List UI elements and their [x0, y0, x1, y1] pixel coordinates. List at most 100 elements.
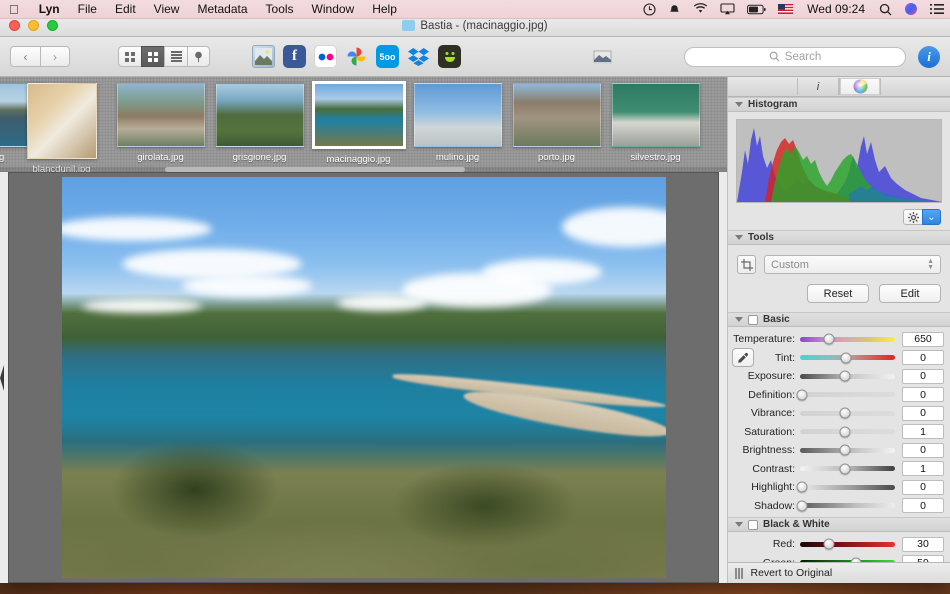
slider-knob[interactable]: [796, 500, 807, 511]
slider-value[interactable]: 0: [902, 350, 944, 365]
slider-value[interactable]: 0: [902, 387, 944, 402]
filmstrip-item-porto[interactable]: porto.jpg: [507, 83, 606, 163]
slider-track-saturation[interactable]: [800, 429, 895, 434]
flickr-icon[interactable]: [314, 45, 337, 68]
back-button[interactable]: ‹: [10, 46, 40, 67]
slider-track-definition[interactable]: [800, 392, 895, 397]
basic-enable-checkbox[interactable]: [748, 315, 758, 325]
filmstrip-item-blancdunil[interactable]: blancdunil.jpg: [12, 83, 111, 172]
slider-value[interactable]: 1: [902, 424, 944, 439]
crop-preset-dropdown[interactable]: Custom ▲▼: [764, 255, 941, 274]
spotlight-search-icon[interactable]: [873, 0, 898, 19]
apple-menu-icon[interactable]: : [9, 3, 19, 16]
map-view-button[interactable]: [187, 46, 210, 67]
slider-knob[interactable]: [823, 539, 834, 550]
blackwhite-section-header[interactable]: Black & White: [728, 517, 950, 532]
slider-value[interactable]: 30: [902, 537, 944, 552]
slider-track-highlight[interactable]: [800, 485, 895, 490]
airplay-icon[interactable]: [714, 0, 741, 19]
slider-track-shadow[interactable]: [800, 503, 895, 508]
slider-knob[interactable]: [796, 482, 807, 493]
menu-item-metadata[interactable]: Metadata: [188, 0, 256, 19]
crop-icon[interactable]: [737, 255, 756, 274]
notification-bell-icon[interactable]: [662, 0, 687, 19]
filmstrip-item-silvestro[interactable]: silvestro.jpg: [606, 83, 705, 163]
slider-track-tint[interactable]: [800, 355, 895, 360]
filmstrip-view-button[interactable]: [141, 46, 164, 67]
control-center-icon[interactable]: [924, 0, 950, 19]
filmstrip-item-mulino[interactable]: mulino.jpg: [408, 83, 507, 163]
slider-track-brightness[interactable]: [800, 448, 895, 453]
google-photos-icon[interactable]: [345, 45, 368, 68]
revert-to-original-button[interactable]: Revert to Original: [751, 567, 833, 579]
facebook-icon[interactable]: f: [283, 45, 306, 68]
slider-knob[interactable]: [839, 463, 850, 474]
500px-icon[interactable]: 5oo: [376, 45, 399, 68]
slider-value[interactable]: 0: [902, 443, 944, 458]
search-input[interactable]: Search: [684, 47, 906, 67]
slider-track-vibrance[interactable]: [800, 411, 895, 416]
info-tab[interactable]: i: [797, 78, 839, 95]
menu-item-edit[interactable]: Edit: [106, 0, 145, 19]
forward-button[interactable]: ›: [40, 46, 70, 67]
menu-item-lyn[interactable]: Lyn: [30, 0, 69, 19]
menu-item-view[interactable]: View: [145, 0, 189, 19]
preview-app-icon[interactable]: [252, 45, 275, 68]
reset-button[interactable]: Reset: [807, 284, 869, 303]
basic-section-header[interactable]: Basic: [728, 312, 950, 327]
menu-bar-clock[interactable]: Wed 09:24: [799, 2, 873, 16]
filmstrip-item-macinaggio[interactable]: macinaggio.jpg: [309, 83, 408, 165]
slider-track-temperature[interactable]: [800, 337, 895, 342]
slider-knob[interactable]: [796, 389, 807, 400]
list-view-button[interactable]: [164, 46, 187, 67]
siri-icon[interactable]: [898, 0, 924, 19]
resize-grip-icon[interactable]: [735, 568, 743, 579]
battery-icon[interactable]: [741, 0, 772, 19]
menu-item-help[interactable]: Help: [363, 0, 406, 19]
wifi-icon[interactable]: [687, 0, 714, 19]
main-photo-macinaggio[interactable]: [62, 177, 666, 578]
menu-item-window[interactable]: Window: [303, 0, 364, 19]
histogram-section-header[interactable]: Histogram: [728, 97, 950, 112]
slider-track-red[interactable]: [800, 542, 895, 547]
pane-divider-handle[interactable]: [0, 365, 4, 391]
slider-track-contrast[interactable]: [800, 466, 895, 471]
histogram-settings-gear-icon[interactable]: [903, 209, 922, 225]
slider-value[interactable]: 1: [902, 461, 944, 476]
slider-track-exposure[interactable]: [800, 374, 895, 379]
grid-view-button[interactable]: [118, 46, 141, 67]
filmstrip-item-grisgione[interactable]: grisgione.jpg: [210, 83, 309, 163]
edit-button[interactable]: Edit: [879, 284, 941, 303]
slider-knob[interactable]: [839, 408, 850, 419]
info-button[interactable]: i: [918, 46, 940, 68]
tools-section-header[interactable]: Tools: [728, 230, 950, 245]
disclosure-triangle-icon[interactable]: [735, 522, 743, 527]
slider-knob[interactable]: [823, 334, 834, 345]
slider-value[interactable]: 0: [902, 480, 944, 495]
us-flag-icon[interactable]: [772, 0, 799, 19]
slider-knob[interactable]: [839, 371, 850, 382]
dropbox-icon[interactable]: [407, 45, 430, 68]
eyedropper-icon[interactable]: [732, 348, 754, 367]
menu-item-tools[interactable]: Tools: [257, 0, 303, 19]
filmstrip[interactable]: bastia.jpg blancdunil.jpg girolata.jpg g…: [0, 77, 727, 172]
histogram-channel-dropdown[interactable]: ⌄: [922, 209, 941, 225]
blackwhite-enable-checkbox[interactable]: [748, 520, 758, 530]
slider-knob[interactable]: [840, 352, 851, 363]
slider-value[interactable]: 0: [902, 498, 944, 513]
filmstrip-item-girolata[interactable]: girolata.jpg: [111, 83, 210, 163]
smugmug-icon[interactable]: [438, 45, 461, 68]
disclosure-triangle-icon[interactable]: [735, 102, 743, 107]
adjustments-tab[interactable]: [839, 78, 881, 95]
filmstrip-item-bastia[interactable]: bastia.jpg: [0, 83, 12, 163]
disclosure-triangle-icon[interactable]: [735, 317, 743, 322]
slideshow-icon[interactable]: [591, 45, 614, 68]
image-canvas[interactable]: [8, 172, 719, 583]
menu-item-file[interactable]: File: [69, 0, 106, 19]
slider-knob[interactable]: [839, 426, 850, 437]
slider-knob[interactable]: [839, 445, 850, 456]
slider-value[interactable]: 0: [902, 369, 944, 384]
time-machine-icon[interactable]: [637, 0, 662, 19]
slider-value[interactable]: 0: [902, 406, 944, 421]
disclosure-triangle-icon[interactable]: [735, 235, 743, 240]
